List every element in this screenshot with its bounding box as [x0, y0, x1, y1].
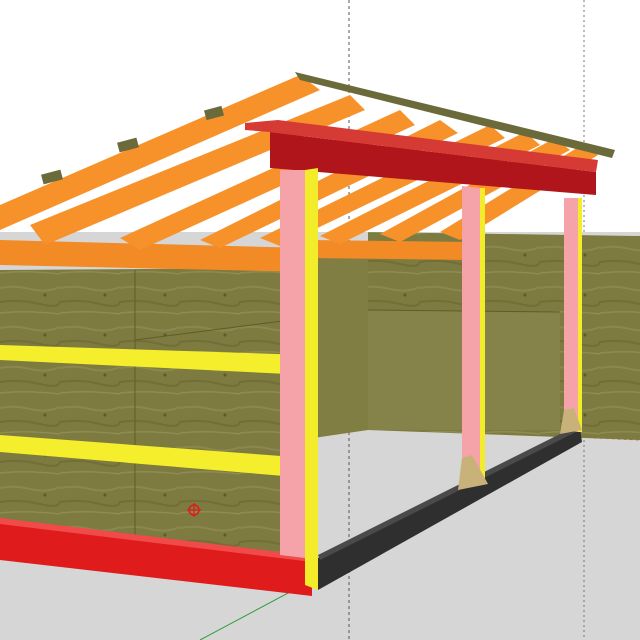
front-post-face — [280, 170, 305, 558]
rear-post — [564, 198, 582, 432]
front-post-edge — [305, 168, 318, 590]
rear-post-edge — [578, 198, 582, 432]
front-post — [280, 168, 318, 590]
middle-post-face — [462, 186, 480, 480]
rear-post-face — [564, 198, 578, 432]
left-wall-panel — [0, 268, 300, 560]
middle-post — [462, 186, 485, 480]
girt-orange-top-back — [308, 240, 470, 260]
middle-post-edge — [480, 188, 485, 480]
modeling-viewport[interactable] — [0, 0, 640, 640]
